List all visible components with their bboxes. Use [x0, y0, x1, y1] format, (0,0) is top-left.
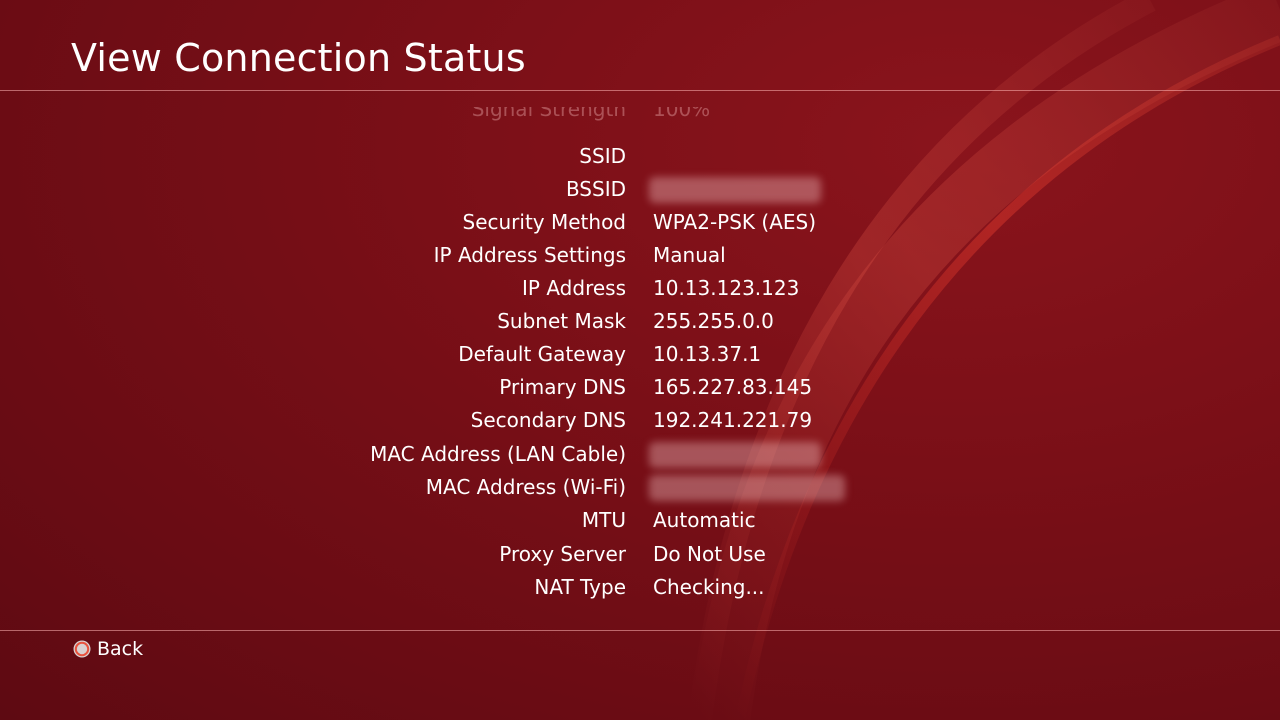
row-label: MTU: [581, 508, 626, 532]
row-value: 165.227.83.145: [653, 375, 813, 399]
row-value: Manual: [653, 243, 726, 267]
footer: [0, 631, 1280, 720]
row-label: Default Gateway: [458, 342, 626, 366]
row-ssid: SSID: [0, 140, 1280, 173]
row-label: NAT Type: [534, 575, 626, 599]
redacted-value: [649, 442, 821, 468]
row-label: MAC Address (Wi-Fi): [425, 475, 626, 499]
row-ip-address: IP Address 10.13.123.123: [0, 272, 1280, 305]
row-value: 10.13.37.1: [653, 342, 762, 366]
row-label: MAC Address (LAN Cable): [370, 442, 626, 466]
row-value: Automatic: [653, 508, 756, 532]
row-secondary-dns: Secondary DNS 192.241.221.79: [0, 404, 1280, 437]
row-label: IP Address Settings: [433, 243, 626, 267]
row-bssid: BSSID: [0, 173, 1280, 206]
connection-status-list[interactable]: Signal Strength 100% SSID BSSID Security…: [0, 107, 1280, 613]
back-button[interactable]: Back: [73, 637, 143, 661]
header: View Connection Status: [0, 0, 1280, 90]
row-nat-type: NAT Type Checking...: [0, 571, 1280, 604]
row-value: Checking...: [653, 575, 765, 599]
row-signal-strength: Signal Strength 100%: [0, 107, 1280, 140]
row-label: SSID: [579, 144, 626, 168]
row-label: Signal Strength: [471, 107, 626, 121]
row-value: 192.241.221.79: [653, 408, 813, 432]
row-label: Proxy Server: [499, 542, 626, 566]
row-value: 10.13.123.123: [653, 276, 800, 300]
row-primary-dns: Primary DNS 165.227.83.145: [0, 371, 1280, 404]
row-label: Security Method: [462, 210, 627, 234]
row-label: BSSID: [565, 177, 626, 201]
row-mtu: MTU Automatic: [0, 504, 1280, 537]
row-mac-address-wifi: MAC Address (Wi-Fi): [0, 471, 1280, 504]
row-label: IP Address: [522, 276, 626, 300]
row-default-gateway: Default Gateway 10.13.37.1: [0, 338, 1280, 371]
row-mac-address-lan: MAC Address (LAN Cable): [0, 438, 1280, 471]
circle-button-icon: [73, 640, 91, 658]
row-value: 100%: [653, 107, 711, 121]
row-ip-address-settings: IP Address Settings Manual: [0, 239, 1280, 272]
row-label: Secondary DNS: [470, 408, 626, 432]
header-divider: [0, 90, 1280, 91]
row-security-method: Security Method WPA2-PSK (AES): [0, 206, 1280, 239]
row-label: Subnet Mask: [497, 309, 626, 333]
row-subnet-mask: Subnet Mask 255.255.0.0: [0, 305, 1280, 338]
back-label: Back: [97, 638, 144, 660]
row-label: Primary DNS: [499, 375, 626, 399]
row-value: Do Not Use: [653, 542, 766, 566]
row-proxy-server: Proxy Server Do Not Use: [0, 538, 1280, 571]
redacted-value: [649, 177, 821, 203]
redacted-value: [649, 475, 845, 501]
row-value: WPA2-PSK (AES): [653, 210, 817, 234]
row-value: 255.255.0.0: [653, 309, 774, 333]
page-title: View Connection Status: [71, 36, 526, 80]
